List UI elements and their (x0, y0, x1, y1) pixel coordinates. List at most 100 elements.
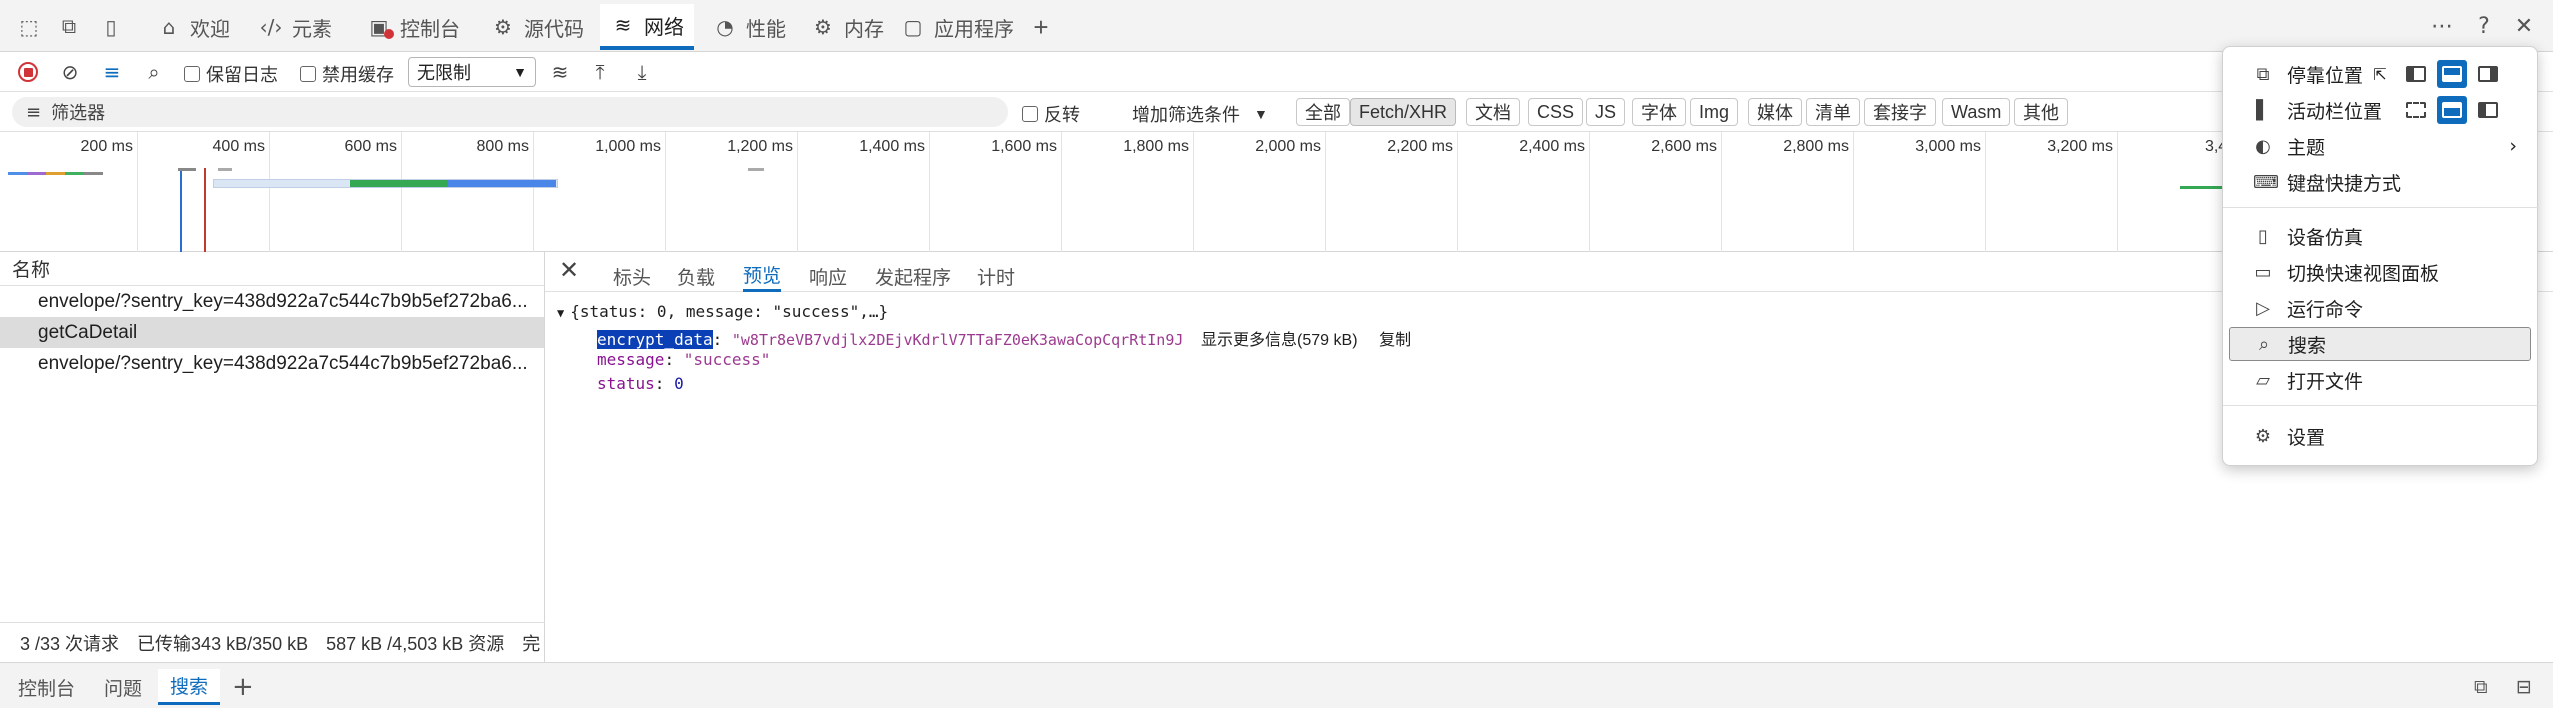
request-row[interactable]: envelope/?sentry_key=438d922a7c544c7b9b5… (0, 286, 544, 317)
tab-network[interactable]: ≋ 网络 (600, 4, 694, 50)
filter-chip[interactable]: JS (1586, 98, 1626, 126)
close-devtools-icon[interactable]: ✕ (2508, 10, 2540, 42)
tab-elements[interactable]: ‹/› 元素 (248, 4, 342, 50)
filter-chip[interactable]: 全部 (1296, 98, 1350, 126)
menu-item-settings[interactable]: ⚙ 设置 (2229, 419, 2531, 453)
drawer-tab-search[interactable]: 搜索 (158, 669, 221, 705)
add-tab-icon[interactable]: + (1026, 12, 1056, 42)
checkbox-box[interactable] (300, 66, 316, 82)
filter-chip[interactable]: Wasm (1942, 98, 2011, 126)
network-toolbar: ⊘ ≡ ⌕ 保留日志 禁用缓存 无限制 ▼ ≋ ⤒ ⤓ (0, 52, 2553, 92)
close-drawer-icon[interactable]: ⊟ (2516, 669, 2532, 705)
drawer-tab-issues[interactable]: 问题 (104, 669, 142, 705)
memory-icon: ⚙ (814, 15, 832, 39)
export-har-icon[interactable]: ⤓ (628, 58, 656, 86)
filter-input[interactable]: ≡ 筛选器 (12, 97, 1008, 127)
menu-item-search[interactable]: ⌕ 搜索 (2229, 327, 2531, 361)
device-toolbar-icon[interactable]: ⧉ (54, 12, 84, 42)
filter-chip[interactable]: 字体 (1632, 98, 1686, 126)
json-row-message[interactable]: message: "success" (597, 350, 770, 369)
timeline-gridline (137, 132, 138, 252)
filter-chip[interactable]: 清单 (1806, 98, 1860, 126)
checkbox-box[interactable] (184, 66, 200, 82)
menu-item-open-file[interactable]: ▱ 打开文件 (2229, 363, 2531, 397)
theme-icon: ◐ (2255, 135, 2271, 157)
sidebar-toggle-icon[interactable]: ▯ (96, 12, 126, 42)
show-more-link[interactable]: 显示更多信息(579 kB) (1201, 332, 1357, 349)
tab-response[interactable]: 响应 (809, 260, 847, 292)
disable-cache-checkbox[interactable]: 禁用缓存 (300, 61, 394, 87)
menu-item-shortcuts[interactable]: ⌨ 键盘快捷方式 (2229, 165, 2531, 199)
drawer-tab-console[interactable]: 控制台 (18, 669, 75, 705)
filter-chip[interactable]: 套接字 (1864, 98, 1936, 126)
tab-welcome[interactable]: ⌂ 欢迎 (146, 4, 240, 50)
dock-icon: ⧉ (2256, 63, 2270, 85)
timeline-tick-label: 2,600 ms (1651, 138, 1717, 155)
tab-payload[interactable]: 负载 (677, 260, 715, 292)
tab-headers[interactable]: 标头 (613, 260, 651, 292)
timeline-gridline (1721, 132, 1722, 252)
preserve-log-checkbox[interactable]: 保留日志 (184, 61, 278, 87)
timeline-tick-label: 1,200 ms (727, 138, 793, 155)
more-options-icon[interactable]: ⋯ (2426, 10, 2458, 42)
waterfall-bar (178, 168, 196, 171)
request-row-selected[interactable]: getCaDetail (0, 317, 544, 348)
timeline-tick-label: 1,800 ms (1123, 138, 1189, 155)
inspect-icon[interactable]: ⬚ (14, 12, 44, 42)
filter-chip[interactable]: Img (1690, 98, 1739, 126)
undock-icon: ⇱ (2373, 64, 2387, 84)
network-conditions-icon[interactable]: ≋ (546, 58, 574, 86)
close-detail-icon[interactable]: ✕ (559, 256, 579, 284)
dock-right-button[interactable] (2473, 60, 2503, 88)
expand-triangle-icon[interactable]: ▼ (557, 306, 564, 320)
json-root[interactable]: ▼ {status: 0, message: "success",…} (557, 302, 888, 321)
dock-bottom-button[interactable] (2437, 60, 2467, 88)
waterfall-bar (2180, 186, 2222, 189)
menu-item-theme[interactable]: ◐ 主题 › (2229, 129, 2531, 163)
record-stop-icon[interactable] (14, 58, 42, 86)
home-icon: ⌂ (162, 15, 176, 39)
search-icon[interactable]: ⌕ (140, 58, 168, 86)
activity-right-icon (2478, 102, 2498, 118)
menu-item-quick-view[interactable]: ▭ 切换快速视图面板 (2229, 255, 2531, 289)
activity-left-button[interactable] (2437, 96, 2467, 124)
tab-timing[interactable]: 计时 (977, 260, 1015, 292)
menu-item-device-emulation[interactable]: ▯ 设备仿真 (2229, 219, 2531, 253)
checkbox-box[interactable] (1022, 106, 1038, 122)
menu-item-run-command[interactable]: ▷ 运行命令 (2229, 291, 2531, 325)
tab-sources[interactable]: ⚙ 源代码 (480, 4, 594, 50)
activity-right-button[interactable] (2473, 96, 2503, 124)
json-row-encrypt-data[interactable]: encrypt_data: "w8Tr8eVB7vdjlx2DEjvKdrlV7… (597, 326, 1411, 350)
undock-button[interactable]: ⇱ (2365, 60, 2395, 88)
throttle-select[interactable]: 无限制 ▼ (408, 57, 536, 87)
request-row[interactable]: envelope/?sentry_key=438d922a7c544c7b9b5… (0, 348, 544, 379)
tab-initiator[interactable]: 发起程序 (875, 260, 951, 292)
more-filters-dropdown[interactable]: 增加筛选条件 ▼ (1132, 101, 1268, 127)
tab-console[interactable]: ▣ 控制台 (356, 4, 470, 50)
import-har-icon[interactable]: ⤒ (586, 58, 614, 86)
filter-chip[interactable]: 文档 (1466, 98, 1520, 126)
name-column-header[interactable]: 名称 (0, 252, 544, 286)
add-drawer-tab-icon[interactable]: + (232, 669, 254, 705)
timeline-gridline (2117, 132, 2118, 252)
filter-chip[interactable]: Fetch/XHR (1350, 98, 1457, 126)
tab-preview[interactable]: 预览 (743, 260, 782, 292)
help-icon[interactable]: ? (2468, 10, 2500, 42)
waterfall-bar-waiting (350, 180, 448, 187)
move-drawer-icon[interactable]: ⧉ (2474, 669, 2488, 705)
clear-icon[interactable]: ⊘ (56, 58, 84, 86)
filter-chip[interactable]: 其他 (2014, 98, 2068, 126)
dock-left-button[interactable] (2401, 60, 2431, 88)
tab-application[interactable]: ▢ 应用程序 (890, 4, 1024, 50)
activity-top-button[interactable] (2401, 96, 2431, 124)
invert-checkbox[interactable]: 反转 (1022, 101, 1080, 127)
filter-chip[interactable]: CSS (1528, 98, 1584, 126)
filter-chip[interactable]: 媒体 (1748, 98, 1802, 126)
filter-lines-icon: ≡ (26, 101, 42, 123)
json-row-status[interactable]: status: 0 (597, 374, 684, 393)
filter-icon[interactable]: ≡ (98, 58, 126, 86)
copy-link[interactable]: 复制 (1379, 332, 1411, 349)
tab-performance[interactable]: ◔ 性能 (702, 4, 796, 50)
tab-memory[interactable]: ⚙ 内存 (800, 4, 894, 50)
device-icon: ▯ (2258, 225, 2268, 247)
